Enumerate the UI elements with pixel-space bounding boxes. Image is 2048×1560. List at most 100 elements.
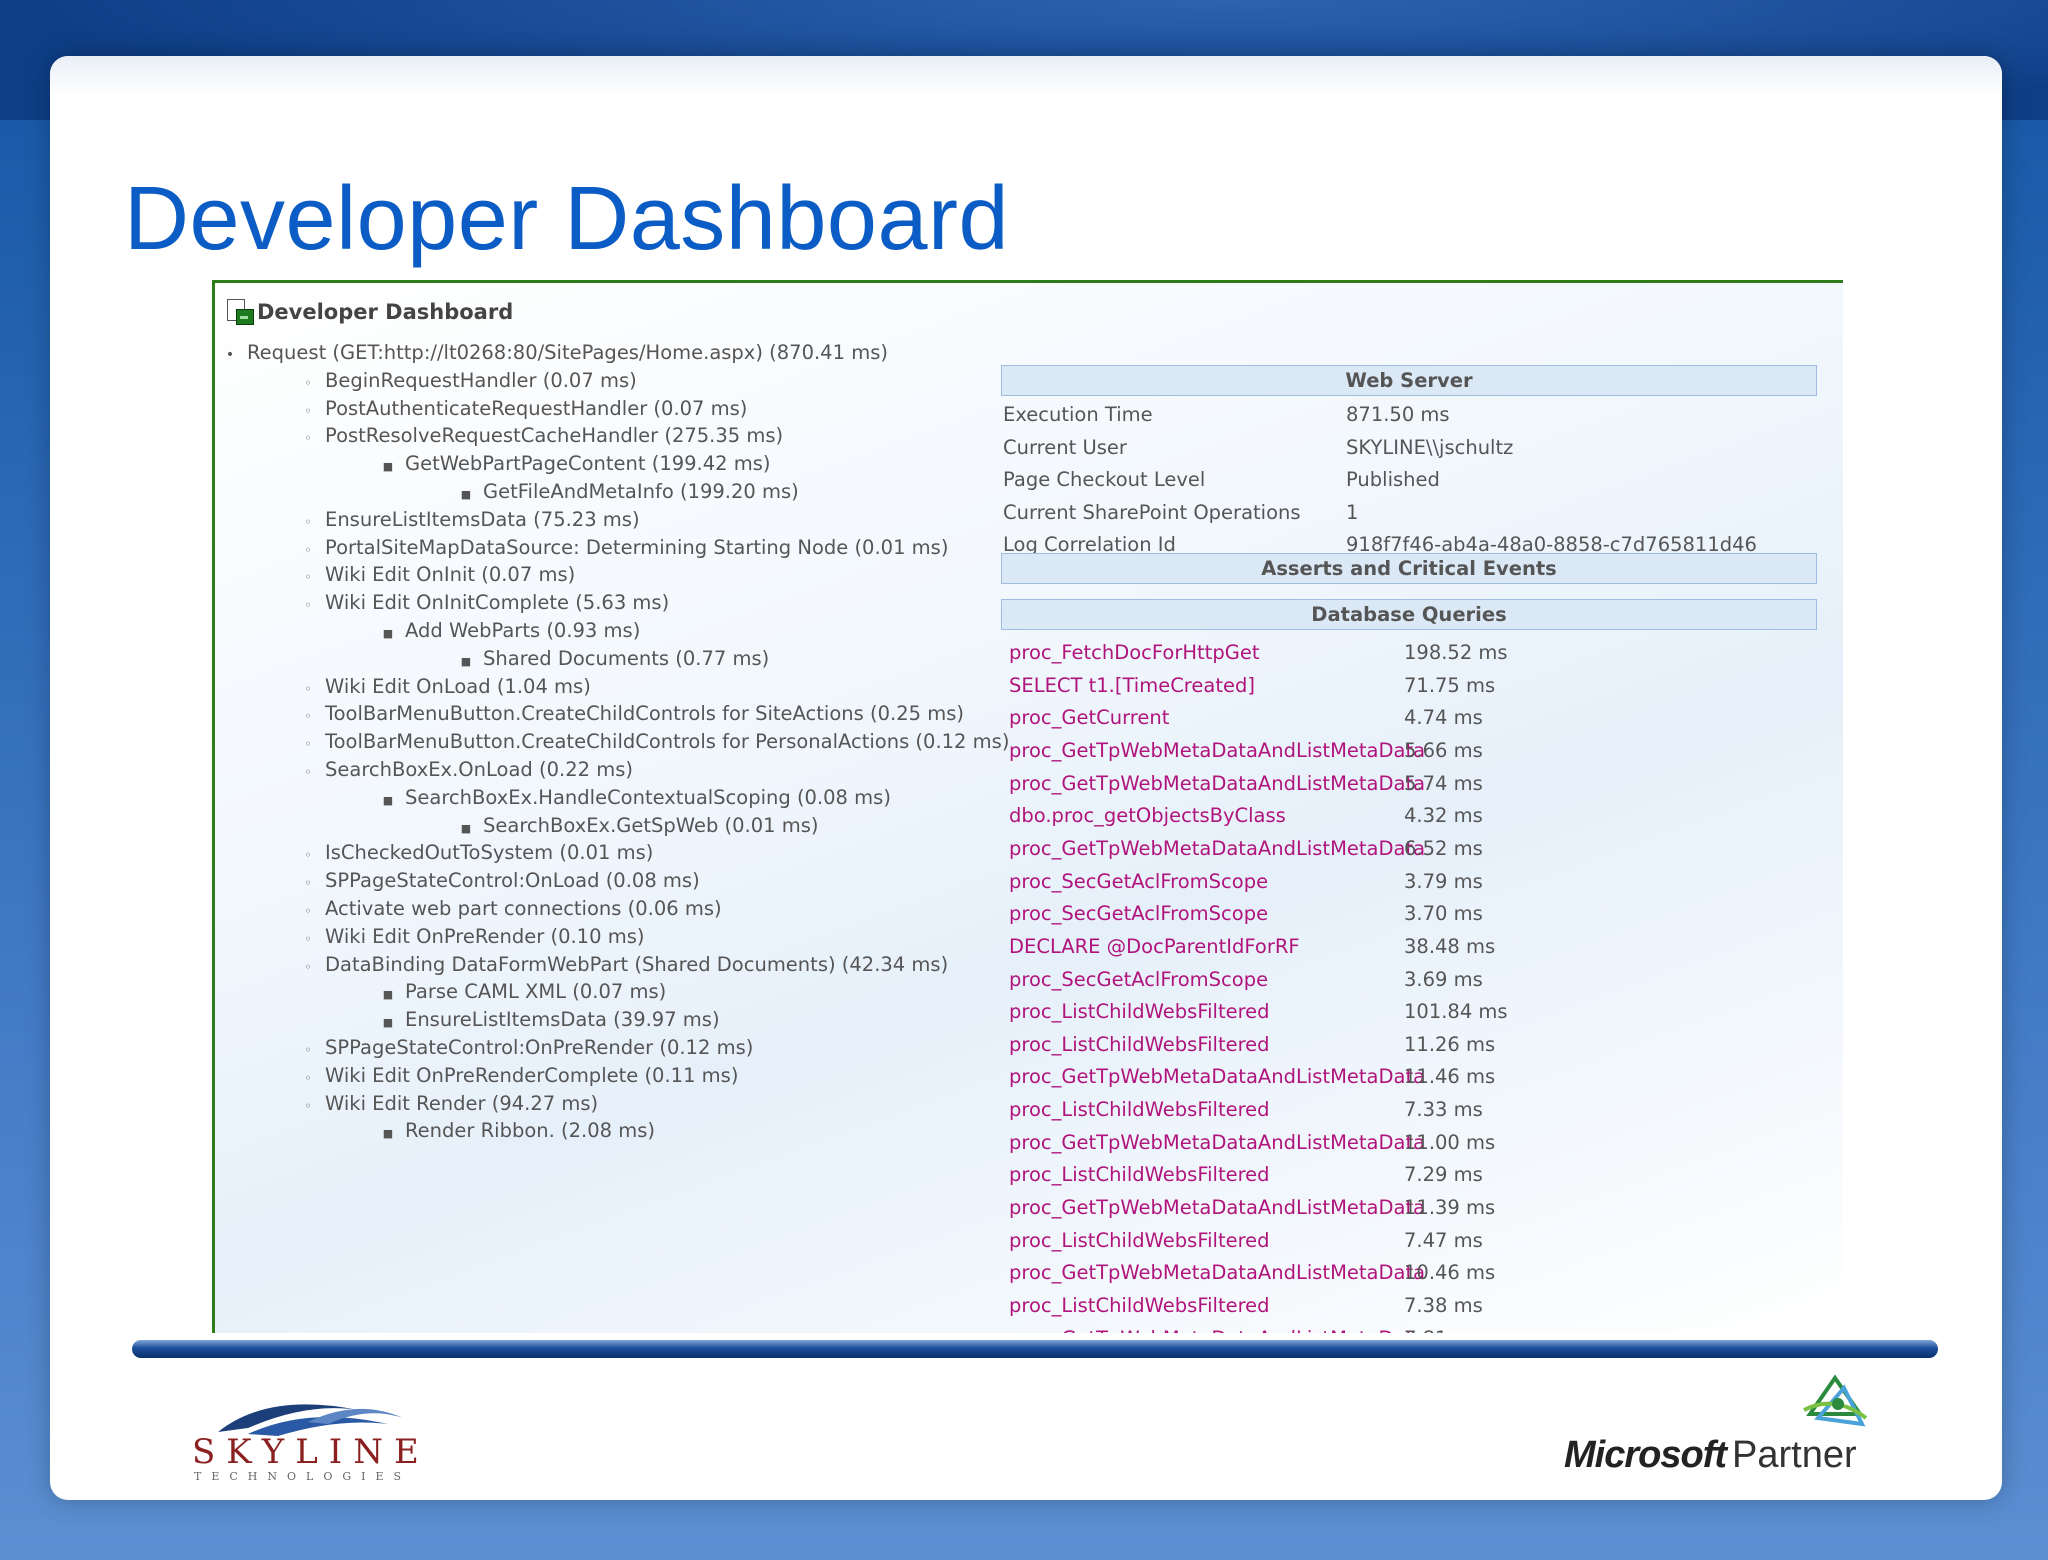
db-query-link[interactable]: proc_GetTpWebMetaDataAndListMetaData	[1009, 1127, 1425, 1159]
tree-item: ◦ Activate web part connections (0.06 ms)	[301, 895, 721, 923]
db-query-link[interactable]: proc_ListChildWebsFiltered	[1009, 996, 1404, 1028]
db-query-time: 7.38 ms	[1404, 1294, 1483, 1317]
tree-item: ■ EnsureListItemsData (39.97 ms)	[381, 1006, 720, 1034]
db-query-link[interactable]: proc_ListChildWebsFiltered	[1009, 1290, 1404, 1322]
tree-item: ◦ PortalSiteMapDataSource: Determining St…	[301, 534, 948, 562]
partner-label: Partner	[1732, 1434, 1857, 1476]
db-query-time: 101.84 ms	[1404, 1000, 1508, 1024]
tree-item-label: DataBinding DataFormWebPart (Shared Docu…	[325, 952, 949, 976]
db-query-link[interactable]: proc_GetTpWebMetaDataAndListMetaData	[1009, 1061, 1425, 1093]
tree-item: ■ SearchBoxEx.HandleContextualScoping (0.…	[381, 784, 891, 812]
db-query-time: 3.79 ms	[1404, 869, 1483, 893]
db-query-row: proc_ListChildWebsFiltered 7.38 ms	[1009, 1290, 1483, 1322]
tree-item-label: IsCheckedOutToSystem (0.01 ms)	[325, 841, 654, 865]
db-query-link[interactable]: proc_SecGetAclFromScope	[1009, 898, 1404, 930]
asserts-heading: Asserts and Critical Events	[1001, 553, 1817, 584]
db-query-link[interactable]: proc_GetTpWebMetaDataAndListMetaData	[1009, 1192, 1425, 1224]
tree-bullet-icon: ■	[382, 988, 394, 1002]
tree-item-label: ToolBarMenuButton.CreateChildControls fo…	[325, 702, 964, 726]
tree-item: ◦ SPPageStateControl:OnLoad (0.08 ms)	[301, 867, 700, 895]
db-query-link[interactable]: proc_ListChildWebsFiltered	[1009, 1029, 1404, 1061]
db-query-row: proc_ListChildWebsFiltered 7.33 ms	[1009, 1094, 1483, 1126]
tree-item: ■ Render Ribbon. (2.08 ms)	[381, 1117, 655, 1145]
db-query-time: 11.39 ms	[1404, 1196, 1496, 1220]
tree-item: ■ SearchBoxEx.GetSpWeb (0.01 ms)	[459, 812, 819, 840]
tree-item: ◦ Wiki Edit OnPreRenderComplete (0.11 ms)	[301, 1062, 738, 1090]
tree-item-label: Wiki Edit OnPreRender (0.10 ms)	[325, 924, 645, 948]
tree-bullet-icon: ◦	[304, 709, 312, 724]
tree-item-label: PostAuthenticateRequestHandler (0.07 ms)	[325, 396, 748, 420]
db-query-time: 5.74 ms	[1404, 771, 1483, 795]
tree-bullet-icon: ■	[382, 627, 394, 640]
db-query-link[interactable]: dbo.proc_getObjectsByClass	[1009, 800, 1404, 832]
web-server-heading: Web Server	[1001, 365, 1817, 396]
db-query-link[interactable]: proc_GetTpWebMetaDataAndListMetaData	[1009, 1323, 1425, 1333]
microsoft-partner-text: Microsoft Partner	[1564, 1434, 1857, 1477]
tree-bullet-icon: ◦	[304, 1070, 312, 1085]
skyline-subtitle: TECHNOLOGIES	[194, 1470, 412, 1483]
tree-item-label: SPPageStateControl:OnPreRender (0.12 ms)	[325, 1036, 754, 1059]
tree-item: ◦ BeginRequestHandler (0.07 ms)	[301, 367, 636, 395]
tree-item: ◦ Wiki Edit OnInitComplete (5.63 ms)	[301, 589, 669, 617]
db-query-link[interactable]: proc_SecGetAclFromScope	[1009, 866, 1404, 898]
tree-item-label: GetFileAndMetaInfo (199.20 ms)	[483, 480, 799, 503]
db-query-link[interactable]: proc_SecGetAclFromScope	[1009, 964, 1404, 996]
db-query-row: proc_GetTpWebMetaDataAndListMetaData11.3…	[1009, 1192, 1495, 1224]
db-query-row: dbo.proc_getObjectsByClass 4.32 ms	[1009, 800, 1483, 832]
db-query-link[interactable]: proc_ListChildWebsFiltered	[1009, 1094, 1404, 1126]
tree-bullet-icon: ◦	[304, 542, 312, 557]
db-query-link[interactable]: proc_GetTpWebMetaDataAndListMetaData	[1009, 833, 1425, 865]
tree-bullet-icon: ■	[382, 460, 394, 474]
db-query-row: proc_GetTpWebMetaDataAndListMetaData7.81…	[1009, 1323, 1483, 1333]
tree-bullet-icon: ◦	[304, 375, 312, 390]
tree-item: • Request (GET:http://lt0268:80/SitePages…	[223, 339, 888, 367]
tree-bullet-icon: ◦	[304, 931, 312, 946]
db-query-link[interactable]: proc_ListChildWebsFiltered	[1009, 1159, 1404, 1191]
db-query-row: proc_SecGetAclFromScope 3.69 ms	[1009, 964, 1483, 996]
tree-bullet-icon: ◦	[304, 848, 312, 863]
tree-item-label: SearchBoxEx.HandleContextualScoping (0.0…	[405, 785, 891, 809]
db-query-link[interactable]: proc_GetTpWebMetaDataAndListMetaData	[1009, 768, 1425, 800]
db-query-link[interactable]: DECLARE @DocParentIdForRF	[1009, 931, 1404, 963]
db-query-time: 71.75 ms	[1404, 673, 1496, 697]
db-query-link[interactable]: proc_GetTpWebMetaDataAndListMetaData	[1009, 735, 1425, 767]
db-query-row: SELECT t1.[TimeCreated] 71.75 ms	[1009, 670, 1495, 702]
tree-bullet-icon: ◦	[304, 1043, 312, 1057]
tree-item: ■ Shared Documents (0.77 ms)	[459, 645, 769, 673]
db-query-link[interactable]: proc_GetCurrent	[1009, 702, 1404, 734]
db-query-row: proc_FetchDocForHttpGet 198.52 ms	[1009, 637, 1508, 669]
tree-item: ◦ ToolBarMenuButton.CreateChildControls f…	[301, 700, 964, 728]
db-query-time: 11.46 ms	[1404, 1065, 1496, 1089]
tree-item-label: Wiki Edit OnInitComplete (5.63 ms)	[325, 591, 670, 615]
tree-item-label: SearchBoxEx.GetSpWeb (0.01 ms)	[483, 813, 819, 837]
tree-bullet-icon: ■	[382, 1127, 394, 1141]
web-server-row: Execution Time 871.50 ms	[1003, 399, 1450, 431]
skyline-name: SKYLINE	[192, 1432, 430, 1472]
database-queries-heading: Database Queries	[1001, 599, 1817, 630]
tree-item-label: EnsureListItemsData (39.97 ms)	[405, 1008, 720, 1032]
web-server-key: Page Checkout Level	[1003, 468, 1206, 492]
db-query-row: proc_SecGetAclFromScope 3.70 ms	[1009, 898, 1483, 930]
dashboard-header-title: Developer Dashboard	[257, 300, 514, 324]
db-query-link[interactable]: SELECT t1.[TimeCreated]	[1009, 670, 1404, 702]
db-query-row: proc_GetTpWebMetaDataAndListMetaData5.66…	[1009, 735, 1483, 767]
db-query-time: 7.33 ms	[1404, 1098, 1483, 1122]
db-query-link[interactable]: proc_GetTpWebMetaDataAndListMetaData	[1009, 1257, 1425, 1289]
db-query-time: 3.69 ms	[1404, 967, 1483, 991]
web-server-row: Page Checkout Level Published	[1003, 464, 1440, 496]
web-server-key: Execution Time	[1003, 403, 1153, 426]
tree-item-label: SPPageStateControl:OnLoad (0.08 ms)	[325, 869, 700, 893]
tree-item: ◦ Wiki Edit Render (94.27 ms)	[301, 1090, 598, 1118]
db-query-row: proc_ListChildWebsFiltered 11.26 ms	[1009, 1029, 1495, 1061]
tree-item: ◦ PostAuthenticateRequestHandler (0.07 ms…	[301, 395, 747, 423]
slide-title: Developer Dashboard	[124, 169, 1010, 269]
web-server-row: Current User SKYLINE\\jschultz	[1003, 432, 1513, 464]
tree-bullet-icon: ◦	[304, 431, 312, 446]
db-query-link[interactable]: proc_FetchDocForHttpGet	[1009, 637, 1404, 669]
db-query-time: 4.74 ms	[1404, 706, 1483, 730]
db-query-row: proc_ListChildWebsFiltered 7.47 ms	[1009, 1225, 1483, 1257]
tree-item-label: Wiki Edit OnPreRenderComplete (0.11 ms)	[325, 1063, 739, 1087]
dashboard-icon[interactable]	[227, 299, 254, 325]
dashboard-header: Developer Dashboard	[227, 297, 513, 327]
db-query-link[interactable]: proc_ListChildWebsFiltered	[1009, 1225, 1404, 1257]
